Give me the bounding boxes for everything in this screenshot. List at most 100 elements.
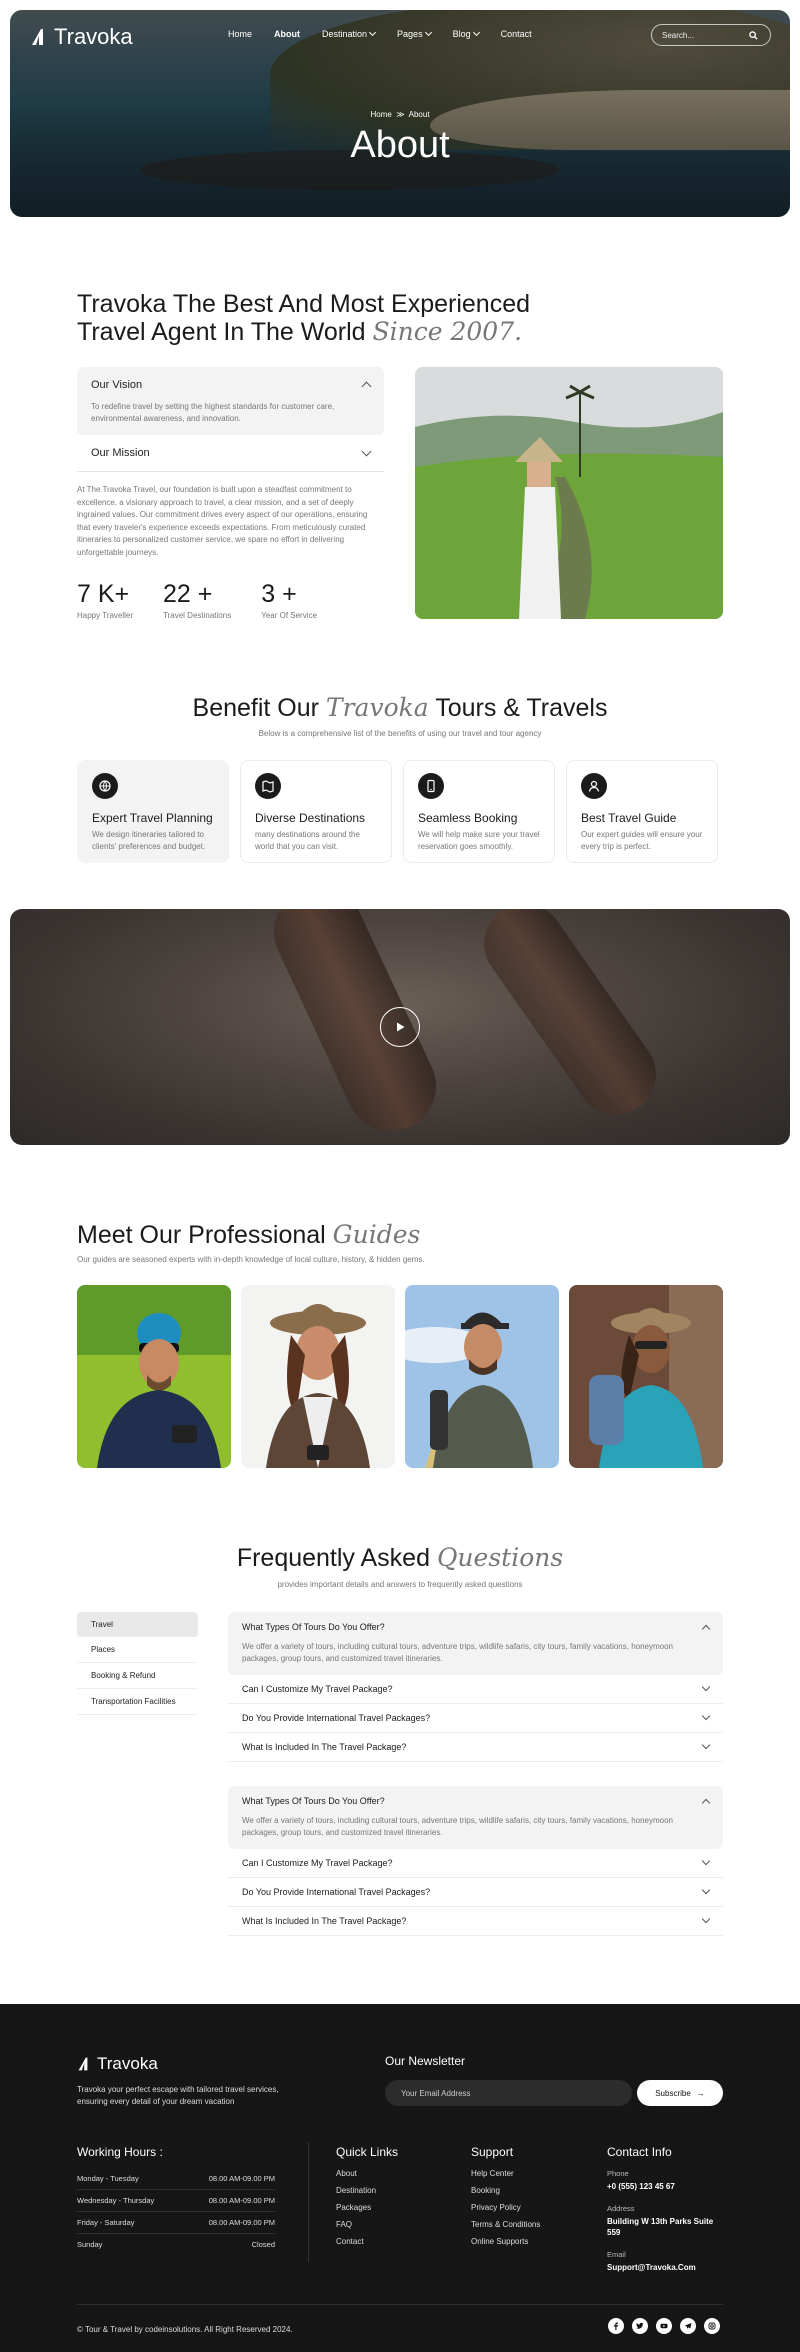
benefit-card-destinations[interactable]: Diverse Destinations many destinations a… [240, 760, 392, 863]
faq-item[interactable]: What Is Included In The Travel Package? [228, 1733, 723, 1762]
newsletter-email-input[interactable] [385, 2080, 632, 2106]
nav-home[interactable]: Home [228, 29, 252, 39]
about-title-accent: Since 2007. [372, 317, 523, 346]
social-links [608, 2318, 720, 2334]
benefit-subtitle: Below is a comprehensive list of the ben… [258, 729, 542, 738]
quick-links: Quick Links About Destination Packages F… [336, 2145, 399, 2246]
instagram-icon[interactable] [704, 2318, 720, 2334]
footer-link-contact[interactable]: Contact [336, 2237, 398, 2246]
nav-destination[interactable]: Destination [322, 28, 377, 39]
working-hours-title: Working Hours : [77, 2145, 163, 2159]
faq-tab-places[interactable]: Places [77, 1637, 198, 1663]
globe-icon [92, 773, 118, 799]
facebook-icon[interactable] [608, 2318, 624, 2334]
chevron-up-icon [701, 1798, 711, 1807]
faq-item[interactable]: Can I Customize My Travel Package? [228, 1675, 723, 1704]
chevron-up-icon [361, 381, 372, 392]
search-input[interactable] [662, 30, 742, 40]
faq-title: Frequently Asked Questions [236, 1543, 564, 1572]
guides-gallery [77, 1285, 723, 1468]
nav-pages[interactable]: Pages [397, 28, 432, 39]
faq-item[interactable]: Can I Customize My Travel Package? [228, 1849, 723, 1878]
nav-about[interactable]: About [274, 29, 300, 39]
breadcrumb-separator-icon: ≫ [394, 110, 407, 119]
faq-tab-booking[interactable]: Booking & Refund [77, 1663, 198, 1689]
faq-item[interactable]: What Is Included In The Travel Package? [228, 1907, 723, 1936]
accordion-vision: Our Vision To redefine travel by setting… [77, 367, 384, 435]
faq-answer: We offer a variety of tours, including c… [242, 1642, 674, 1663]
youtube-icon[interactable] [656, 2318, 672, 2334]
stat-years: 3 + Year Of Service [261, 580, 317, 620]
footer-link-terms[interactable]: Terms & Conditions [471, 2220, 540, 2229]
brand-logo[interactable]: Travoka [30, 24, 133, 50]
guide-card[interactable] [569, 1285, 723, 1468]
guide-photo-3 [405, 1285, 559, 1468]
faq-question[interactable]: What Types Of Tours Do You Offer? [242, 1622, 711, 1633]
search-box [651, 24, 771, 46]
chevron-up-icon [701, 1624, 711, 1633]
phone-icon [418, 773, 444, 799]
benefit-card-booking[interactable]: Seamless Booking We will help make sure … [403, 760, 555, 863]
brand-name: Travoka [54, 24, 133, 49]
support-links: Support Help Center Booking Privacy Poli… [471, 2145, 541, 2246]
twitter-icon[interactable] [632, 2318, 648, 2334]
benefit-cards: Expert Travel Planning We design itinera… [77, 760, 718, 863]
guide-card[interactable] [241, 1285, 395, 1468]
faq-item-open: What Types Of Tours Do You Offer? We off… [228, 1612, 723, 1675]
guide-card[interactable] [77, 1285, 231, 1468]
chevron-down-icon [701, 1711, 711, 1721]
footer-description: Travoka your perfect escape with tailore… [77, 2085, 279, 2106]
faq-tab-travel[interactable]: Travel [77, 1612, 198, 1637]
footer-logo[interactable]: Travoka [77, 2054, 158, 2074]
guide-photo-2 [241, 1285, 395, 1468]
faq-list-2: What Types Of Tours Do You Offer? We off… [228, 1786, 723, 1936]
top-nav: Travoka Home About Destination Pages Blo… [10, 10, 790, 58]
accordion-vision-header[interactable]: Our Vision [91, 379, 372, 392]
subscribe-button[interactable]: Subscribe → [637, 2080, 723, 2106]
footer-link-faq[interactable]: FAQ [336, 2220, 398, 2229]
footer-link-destination[interactable]: Destination [336, 2186, 398, 2195]
breadcrumb: Home ≫ About [10, 110, 790, 119]
about-title: Travoka The Best And Most Experienced Tr… [77, 290, 531, 346]
woman-in-rice-field-image [415, 367, 723, 619]
logo-mark-icon [78, 2057, 88, 2071]
breadcrumb-home[interactable]: Home [370, 110, 391, 119]
main-menu: Home About Destination Pages Blog Contac… [228, 28, 532, 39]
breadcrumb-current: About [408, 110, 430, 119]
copyright: © Tour & Travel by codeinsolutions. All … [77, 2325, 293, 2334]
faq-answer: We offer a variety of tours, including c… [242, 1816, 674, 1837]
footer-link-packages[interactable]: Packages [336, 2203, 398, 2212]
nav-blog[interactable]: Blog [453, 28, 480, 39]
faq-item[interactable]: Do You Provide International Travel Pack… [228, 1878, 723, 1907]
footer: Travoka Travoka your perfect escape with… [0, 2004, 800, 2352]
footer-link-privacy[interactable]: Privacy Policy [471, 2203, 540, 2212]
video-leg-left [259, 909, 451, 1145]
vision-mission-accordion: Our Vision To redefine travel by setting… [77, 367, 384, 472]
faq-item[interactable]: Do You Provide International Travel Pack… [228, 1704, 723, 1733]
contact-phone[interactable]: +0 (555) 123 45 67 [607, 2181, 723, 2192]
benefit-title: Benefit Our Travoka Tours & Travels [192, 693, 608, 722]
footer-link-help[interactable]: Help Center [471, 2169, 540, 2178]
guide-card[interactable] [405, 1285, 559, 1468]
footer-link-about[interactable]: About [336, 2169, 398, 2178]
play-button[interactable] [380, 1007, 420, 1047]
search-icon[interactable] [749, 31, 758, 40]
chevron-down-icon [361, 446, 372, 456]
chevron-down-icon [701, 1740, 711, 1750]
benefit-card-planning[interactable]: Expert Travel Planning We design itinera… [77, 760, 229, 863]
chevron-down-icon [701, 1885, 711, 1895]
footer-link-online[interactable]: Online Supports [471, 2237, 540, 2246]
guide-icon [581, 773, 607, 799]
contact-info: Contact Info Phone +0 (555) 123 45 67 Ad… [607, 2145, 723, 2285]
faq-tab-transport[interactable]: Transportation Facilities [77, 1689, 198, 1715]
arrow-right-icon: → [696, 2088, 705, 2098]
telegram-icon[interactable] [680, 2318, 696, 2334]
guide-photo-4 [569, 1285, 723, 1468]
benefit-card-guide[interactable]: Best Travel Guide Our expert guides will… [566, 760, 718, 863]
footer-link-booking[interactable]: Booking [471, 2186, 540, 2195]
play-icon [397, 1022, 405, 1032]
contact-email[interactable]: Support@Travoka.Com [607, 2262, 723, 2273]
accordion-mission[interactable]: Our Mission [77, 435, 384, 472]
faq-question[interactable]: What Types Of Tours Do You Offer? [242, 1796, 711, 1807]
nav-contact[interactable]: Contact [501, 29, 532, 39]
